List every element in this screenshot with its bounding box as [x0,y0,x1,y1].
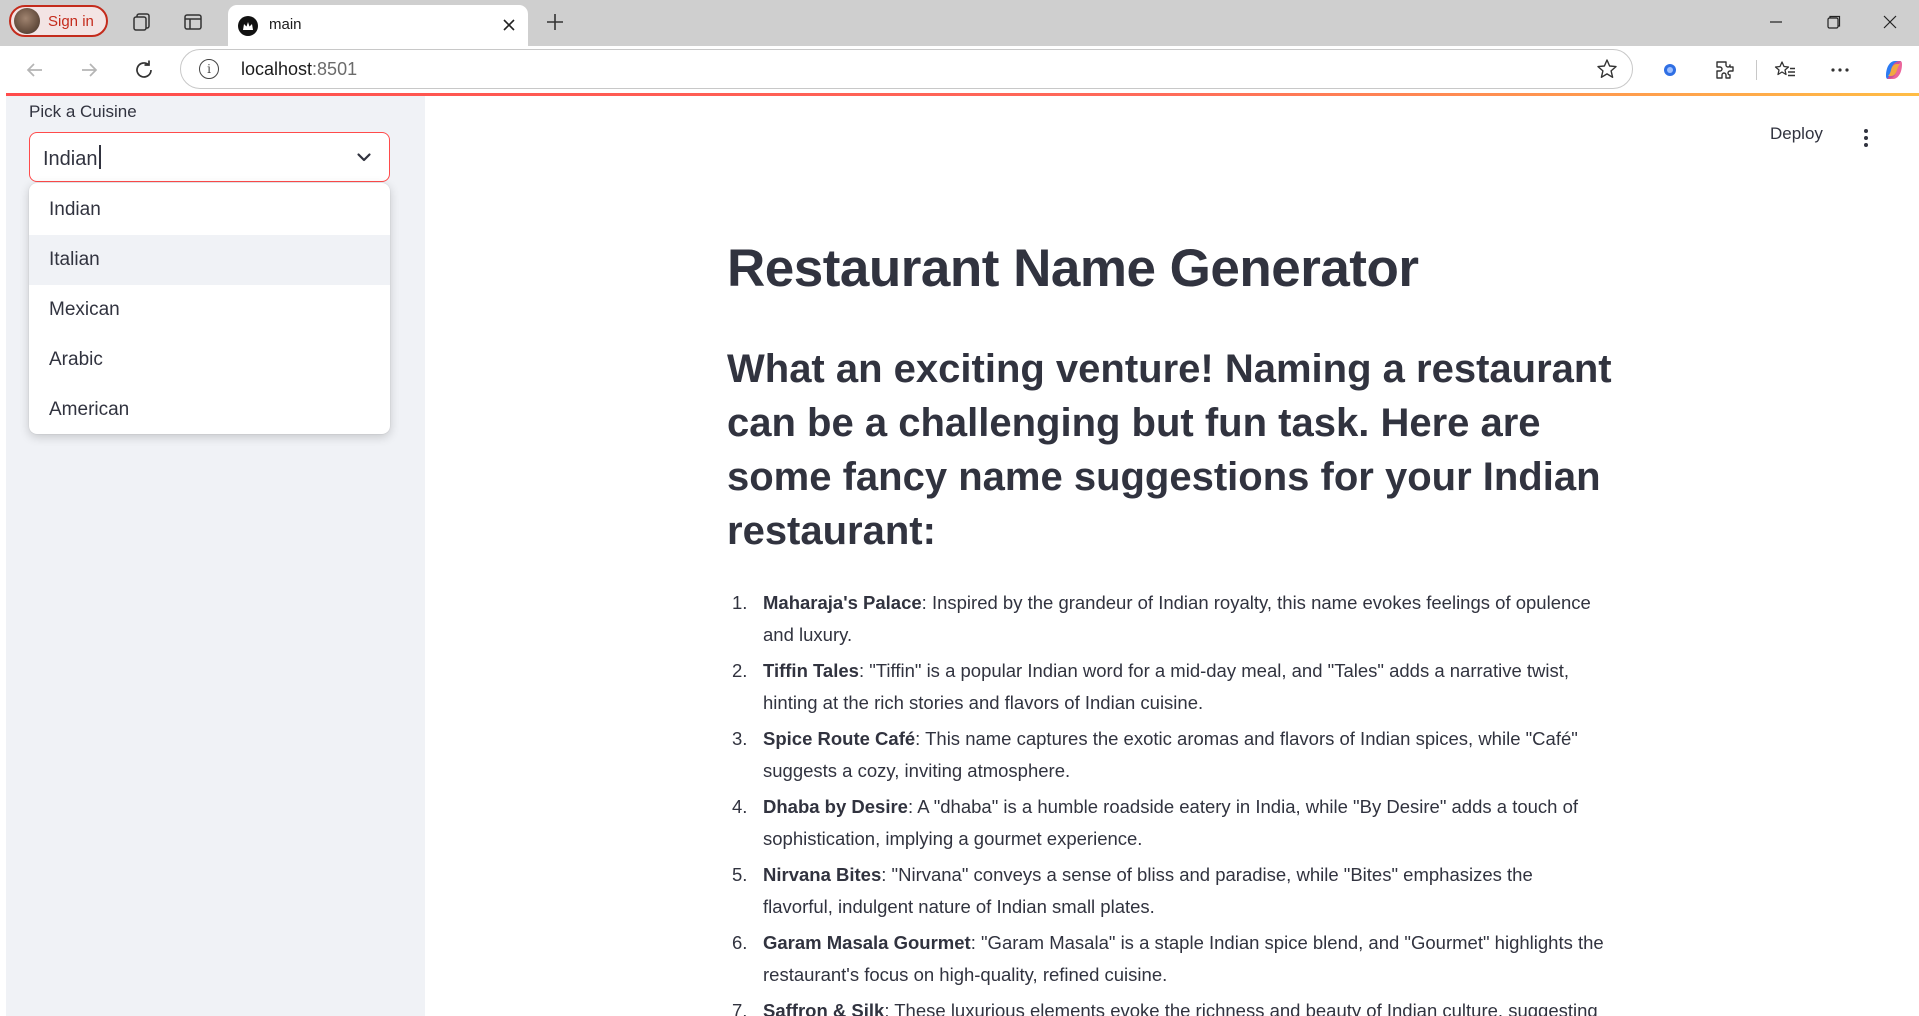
copilot-icon[interactable] [1878,54,1910,86]
page-title: Restaurant Name Generator [727,239,1419,298]
cuisine-select[interactable]: Indian [29,132,390,182]
list-item: 3. Spice Route Café: This name captures t… [727,723,1607,787]
list-item: 6. Garam Masala Gourmet: "Garam Masala" i… [727,927,1607,991]
restaurant-name: Spice Route Café [763,728,916,749]
browser-tab-bar: Sign in main [0,0,1919,46]
cuisine-option[interactable]: American [29,385,390,434]
url-text: localhost:8501 [241,59,357,80]
restaurant-name: Garam Masala Gourmet [763,932,971,953]
avatar [14,8,40,34]
cuisine-select-text: Indian [43,148,98,170]
intro-heading: What an exciting venture! Naming a resta… [727,347,1612,553]
cuisine-select-label: Pick a Cuisine [29,102,137,121]
restaurant-description: : "Tiffin" is a popular Indian word for … [763,660,1570,713]
list-number: 6. [732,932,748,953]
list-item: 4. Dhaba by Desire: A "dhaba" is a humble… [727,791,1607,855]
sign-in-button[interactable]: Sign in [9,5,108,37]
tab-actions-icon[interactable] [179,8,207,36]
cuisine-option[interactable]: Arabic [29,335,390,385]
restore-icon[interactable] [1811,6,1857,38]
tab-title: main [269,16,302,33]
browser-toolbar: i localhost:8501 [0,46,1919,93]
close-tab-icon[interactable] [497,13,521,37]
minimize-icon[interactable] [1753,6,1799,38]
restaurant-name: Tiffin Tales [763,660,859,681]
cuisine-option[interactable]: Italian [29,235,390,285]
restaurant-description: : These luxurious elements evoke the ric… [884,1000,1598,1016]
favorite-star-icon[interactable] [1596,58,1618,80]
list-number: 7. [732,1000,748,1016]
restaurant-name: Nirvana Bites [763,864,882,885]
browser-essentials-icon[interactable] [1654,54,1686,86]
restaurant-name: Dhaba by Desire [763,796,908,817]
more-options-icon[interactable] [1824,54,1856,86]
forward-icon[interactable] [73,54,105,86]
restaurant-name: Maharaja's Palace [763,592,922,613]
deploy-button[interactable]: Deploy [1770,124,1823,144]
list-item: 1. Maharaja's Palace: Inspired by the gra… [727,587,1607,651]
extensions-icon[interactable] [1709,54,1741,86]
cuisine-option[interactable]: Mexican [29,285,390,335]
restaurant-name: Saffron & Silk [763,1000,885,1016]
toolbar-divider [1756,60,1757,80]
address-bar[interactable]: i localhost:8501 [180,49,1633,89]
list-number: 1. [732,592,748,613]
list-number: 5. [732,864,748,885]
cuisine-dropdown-menu: Indian Italian Mexican Arabic American [29,183,390,434]
url-port: :8501 [312,59,358,79]
list-number: 3. [732,728,748,749]
back-icon[interactable] [19,54,51,86]
sign-in-label: Sign in [48,12,94,30]
list-number: 2. [732,660,748,681]
list-item: 2. Tiffin Tales: "Tiffin" is a popular In… [727,655,1607,719]
cuisine-option[interactable]: Indian [29,185,390,235]
streamlit-favicon-icon [238,16,258,36]
chevron-down-icon[interactable] [355,148,373,166]
browser-tab-main[interactable]: main [228,5,528,46]
workspaces-icon[interactable] [128,8,156,36]
main-menu-icon[interactable] [1856,124,1876,152]
favorites-icon[interactable] [1769,54,1801,86]
refresh-icon[interactable] [128,54,160,86]
url-host: localhost [241,59,313,79]
restaurant-name-list: 1. Maharaja's Palace: Inspired by the gra… [727,587,1607,1016]
cuisine-select-value[interactable]: Indian [43,145,101,171]
new-tab-icon[interactable] [540,7,570,37]
list-number: 4. [732,796,748,817]
text-caret [98,145,101,169]
close-window-icon[interactable] [1867,6,1913,38]
list-item: 7. Saffron & Silk: These luxurious elemen… [727,995,1607,1016]
list-item: 5. Nirvana Bites: "Nirvana" conveys a sen… [727,859,1607,923]
site-info-icon[interactable]: i [199,59,219,79]
